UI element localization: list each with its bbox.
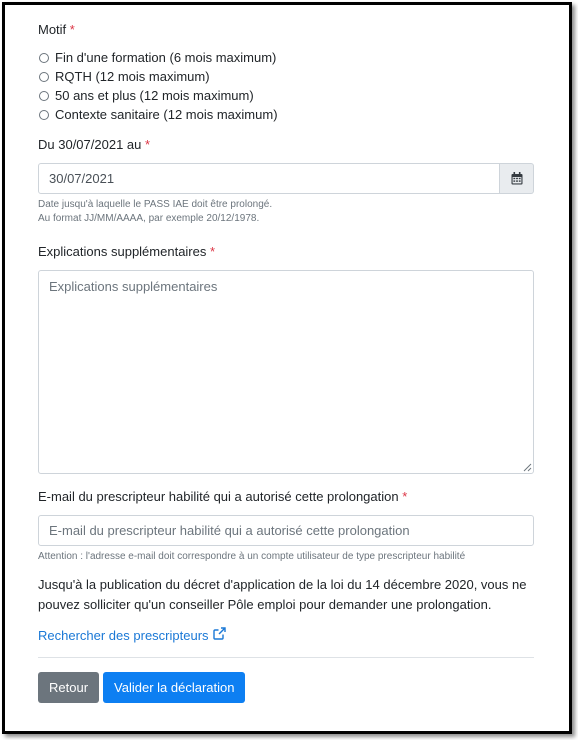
rechercher-prescripteurs-link[interactable]: Rechercher des prescripteurs	[38, 627, 226, 643]
notice-line: pouvez solliciter qu'un conseiller Pôle …	[38, 597, 492, 612]
back-button[interactable]: Retour	[38, 672, 100, 703]
date-label-text: Du 30/07/2021 au	[38, 137, 142, 152]
radio-button[interactable]	[39, 52, 49, 63]
email-label-text: E-mail du prescripteur habilité qui a au…	[38, 489, 399, 504]
required-mark: *	[69, 22, 75, 37]
date-input-value: 30/07/2021	[49, 171, 115, 186]
link-text: Rechercher des prescripteurs	[38, 628, 209, 643]
radio-option-sanitaire[interactable]: Contexte sanitaire (12 mois maximum)	[38, 105, 534, 124]
radio-label: Fin d'une formation (6 mois maximum)	[55, 50, 277, 65]
calendar-icon	[511, 172, 522, 185]
external-link-icon	[212, 627, 226, 640]
required-mark: *	[402, 489, 408, 504]
radio-option-50-ans[interactable]: 50 ans et plus (12 mois maximum)	[38, 86, 534, 105]
notice-line: Jusqu'à la publication du décret d'appli…	[38, 577, 527, 592]
explications-label-text: Explications supplémentaires	[38, 244, 207, 259]
date-help-line: Date jusqu'à laquelle le PASS IAE doit ê…	[38, 199, 273, 210]
form-panel: Motif * Fin d'une formation (6 mois maxi…	[2, 2, 572, 734]
form-actions: Retour Valider la déclaration	[38, 672, 534, 703]
email-input[interactable]: E-mail du prescripteur habilité qui a au…	[38, 515, 534, 546]
date-help: Date jusqu'à laquelle le PASS IAE doit ê…	[38, 198, 534, 226]
email-help: Attention : l'adresse e-mail doit corres…	[38, 551, 466, 562]
radio-option-rqth[interactable]: RQTH (12 mois maximum)	[38, 67, 534, 86]
divider	[38, 657, 534, 658]
submit-button[interactable]: Valider la déclaration	[103, 672, 246, 703]
radio-label: Contexte sanitaire (12 mois maximum)	[55, 107, 278, 122]
motif-label: Motif *	[38, 22, 534, 40]
notice-paragraph: Jusqu'à la publication du décret d'appli…	[38, 575, 534, 615]
email-label: E-mail du prescripteur habilité qui a au…	[38, 489, 534, 507]
explications-label: Explications supplémentaires *	[38, 244, 534, 262]
date-label: Du 30/07/2021 au *	[38, 137, 534, 155]
radio-label: RQTH (12 mois maximum)	[55, 69, 210, 84]
resize-handle-icon[interactable]	[523, 463, 532, 472]
radio-button[interactable]	[39, 109, 49, 120]
date-help-line: Au format JJ/MM/AAAA, par exemple 20/12/…	[38, 213, 260, 224]
link-row: Rechercher des prescripteurs	[38, 627, 534, 645]
radio-button[interactable]	[39, 90, 49, 101]
date-input-group: 30/07/2021	[38, 163, 534, 194]
explications-textarea[interactable]: Explications supplémentaires	[38, 270, 534, 474]
textarea-placeholder: Explications supplémentaires	[49, 279, 218, 294]
calendar-button[interactable]	[500, 163, 534, 194]
date-input[interactable]: 30/07/2021	[38, 163, 500, 194]
prolongation-form: Motif * Fin d'une formation (6 mois maxi…	[38, 22, 534, 703]
radio-option-formation[interactable]: Fin d'une formation (6 mois maximum)	[38, 48, 534, 67]
motif-radio-group: Fin d'une formation (6 mois maximum) RQT…	[38, 48, 534, 124]
required-mark: *	[145, 137, 151, 152]
radio-label: 50 ans et plus (12 mois maximum)	[55, 88, 254, 103]
motif-label-text: Motif	[38, 22, 67, 37]
email-placeholder: E-mail du prescripteur habilité qui a au…	[49, 523, 410, 538]
radio-button[interactable]	[39, 71, 49, 82]
required-mark: *	[210, 244, 216, 259]
